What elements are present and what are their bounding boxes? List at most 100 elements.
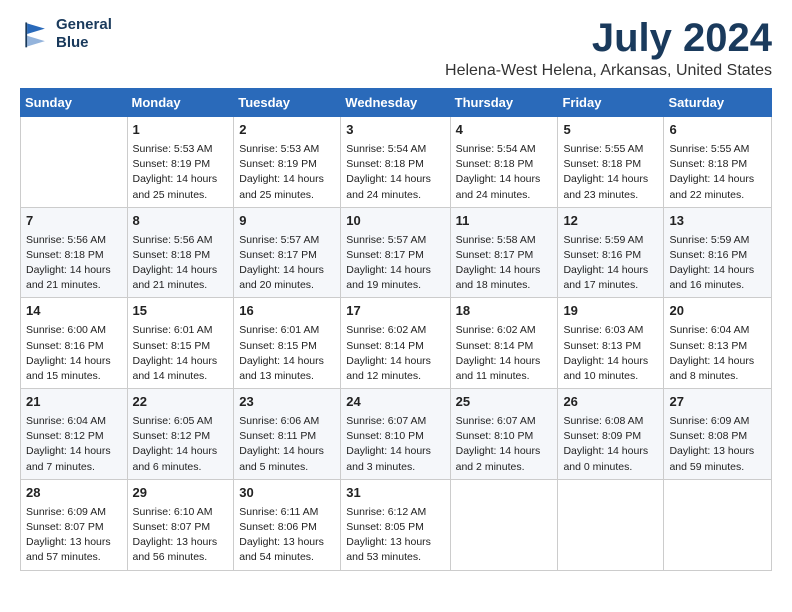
- cell-info: and 57 minutes.: [26, 550, 122, 565]
- cell-info: and 24 minutes.: [346, 188, 444, 203]
- header-cell-monday: Monday: [127, 89, 234, 117]
- calendar-cell: 22Sunrise: 6:05 AMSunset: 8:12 PMDayligh…: [127, 389, 234, 480]
- cell-info: and 18 minutes.: [456, 278, 553, 293]
- logo-icon: [20, 18, 52, 50]
- day-number: 9: [239, 212, 335, 231]
- location-title: Helena-West Helena, Arkansas, United Sta…: [445, 62, 772, 80]
- day-number: 10: [346, 212, 444, 231]
- cell-info: and 21 minutes.: [26, 278, 122, 293]
- calendar-cell: [558, 479, 664, 570]
- day-number: 17: [346, 302, 444, 321]
- day-number: 13: [669, 212, 766, 231]
- cell-info: Sunrise: 6:09 AM: [669, 414, 766, 429]
- day-number: 30: [239, 484, 335, 503]
- cell-info: Sunset: 8:18 PM: [26, 248, 122, 263]
- cell-info: and 59 minutes.: [669, 460, 766, 475]
- cell-info: Sunset: 8:14 PM: [456, 339, 553, 354]
- day-number: 25: [456, 393, 553, 412]
- cell-info: and 22 minutes.: [669, 188, 766, 203]
- calendar-cell: 9Sunrise: 5:57 AMSunset: 8:17 PMDaylight…: [234, 207, 341, 298]
- calendar-cell: 24Sunrise: 6:07 AMSunset: 8:10 PMDayligh…: [341, 389, 450, 480]
- cell-info: Daylight: 14 hours: [239, 354, 335, 369]
- day-number: 29: [133, 484, 229, 503]
- day-number: 19: [563, 302, 658, 321]
- cell-info: Daylight: 14 hours: [563, 263, 658, 278]
- cell-info: Daylight: 14 hours: [563, 354, 658, 369]
- cell-info: Sunrise: 5:59 AM: [669, 233, 766, 248]
- cell-info: Sunrise: 6:04 AM: [669, 323, 766, 338]
- cell-info: and 14 minutes.: [133, 369, 229, 384]
- month-title: July 2024: [445, 16, 772, 60]
- cell-info: Daylight: 13 hours: [239, 535, 335, 550]
- calendar-cell: 10Sunrise: 5:57 AMSunset: 8:17 PMDayligh…: [341, 207, 450, 298]
- day-number: 24: [346, 393, 444, 412]
- cell-info: and 25 minutes.: [133, 188, 229, 203]
- cell-info: Sunrise: 5:53 AM: [239, 142, 335, 157]
- day-number: 16: [239, 302, 335, 321]
- cell-info: Sunrise: 5:55 AM: [563, 142, 658, 157]
- calendar-cell: 17Sunrise: 6:02 AMSunset: 8:14 PMDayligh…: [341, 298, 450, 389]
- calendar-cell: 7Sunrise: 5:56 AMSunset: 8:18 PMDaylight…: [21, 207, 128, 298]
- day-number: 15: [133, 302, 229, 321]
- cell-info: Daylight: 14 hours: [239, 172, 335, 187]
- cell-info: Sunset: 8:17 PM: [456, 248, 553, 263]
- day-number: 27: [669, 393, 766, 412]
- day-number: 4: [456, 121, 553, 140]
- cell-info: Daylight: 14 hours: [133, 172, 229, 187]
- day-number: 5: [563, 121, 658, 140]
- header-cell-friday: Friday: [558, 89, 664, 117]
- cell-info: and 7 minutes.: [26, 460, 122, 475]
- cell-info: Daylight: 14 hours: [669, 263, 766, 278]
- cell-info: Daylight: 14 hours: [346, 172, 444, 187]
- week-row-3: 14Sunrise: 6:00 AMSunset: 8:16 PMDayligh…: [21, 298, 772, 389]
- day-number: 8: [133, 212, 229, 231]
- calendar-cell: 27Sunrise: 6:09 AMSunset: 8:08 PMDayligh…: [664, 389, 772, 480]
- calendar-cell: [664, 479, 772, 570]
- cell-info: Sunrise: 5:56 AM: [26, 233, 122, 248]
- day-number: 23: [239, 393, 335, 412]
- cell-info: Sunset: 8:16 PM: [669, 248, 766, 263]
- cell-info: Sunrise: 6:07 AM: [456, 414, 553, 429]
- day-number: 14: [26, 302, 122, 321]
- cell-info: Sunrise: 5:57 AM: [346, 233, 444, 248]
- cell-info: Sunrise: 6:03 AM: [563, 323, 658, 338]
- calendar-cell: 8Sunrise: 5:56 AMSunset: 8:18 PMDaylight…: [127, 207, 234, 298]
- day-number: 11: [456, 212, 553, 231]
- cell-info: and 0 minutes.: [563, 460, 658, 475]
- cell-info: Sunrise: 6:07 AM: [346, 414, 444, 429]
- header-row: SundayMondayTuesdayWednesdayThursdayFrid…: [21, 89, 772, 117]
- day-number: 2: [239, 121, 335, 140]
- day-number: 31: [346, 484, 444, 503]
- cell-info: Daylight: 13 hours: [26, 535, 122, 550]
- cell-info: Sunrise: 6:10 AM: [133, 505, 229, 520]
- cell-info: Daylight: 14 hours: [456, 263, 553, 278]
- calendar-cell: 14Sunrise: 6:00 AMSunset: 8:16 PMDayligh…: [21, 298, 128, 389]
- header-cell-thursday: Thursday: [450, 89, 558, 117]
- cell-info: Daylight: 14 hours: [26, 354, 122, 369]
- cell-info: and 56 minutes.: [133, 550, 229, 565]
- calendar-cell: 25Sunrise: 6:07 AMSunset: 8:10 PMDayligh…: [450, 389, 558, 480]
- cell-info: Sunset: 8:12 PM: [133, 429, 229, 444]
- header-cell-wednesday: Wednesday: [341, 89, 450, 117]
- cell-info: Daylight: 14 hours: [133, 263, 229, 278]
- cell-info: and 23 minutes.: [563, 188, 658, 203]
- cell-info: Sunrise: 5:59 AM: [563, 233, 658, 248]
- cell-info: Sunset: 8:17 PM: [346, 248, 444, 263]
- cell-info: Sunset: 8:06 PM: [239, 520, 335, 535]
- cell-info: and 16 minutes.: [669, 278, 766, 293]
- calendar-cell: 21Sunrise: 6:04 AMSunset: 8:12 PMDayligh…: [21, 389, 128, 480]
- cell-info: Sunrise: 6:09 AM: [26, 505, 122, 520]
- cell-info: Sunset: 8:10 PM: [346, 429, 444, 444]
- cell-info: Daylight: 14 hours: [669, 354, 766, 369]
- cell-info: Daylight: 14 hours: [239, 444, 335, 459]
- cell-info: and 24 minutes.: [456, 188, 553, 203]
- day-number: 21: [26, 393, 122, 412]
- cell-info: Daylight: 14 hours: [456, 444, 553, 459]
- cell-info: Sunrise: 6:01 AM: [239, 323, 335, 338]
- cell-info: Sunset: 8:18 PM: [133, 248, 229, 263]
- cell-info: Sunrise: 6:01 AM: [133, 323, 229, 338]
- cell-info: Sunrise: 6:11 AM: [239, 505, 335, 520]
- calendar-cell: 16Sunrise: 6:01 AMSunset: 8:15 PMDayligh…: [234, 298, 341, 389]
- day-number: 20: [669, 302, 766, 321]
- calendar-cell: 3Sunrise: 5:54 AMSunset: 8:18 PMDaylight…: [341, 117, 450, 208]
